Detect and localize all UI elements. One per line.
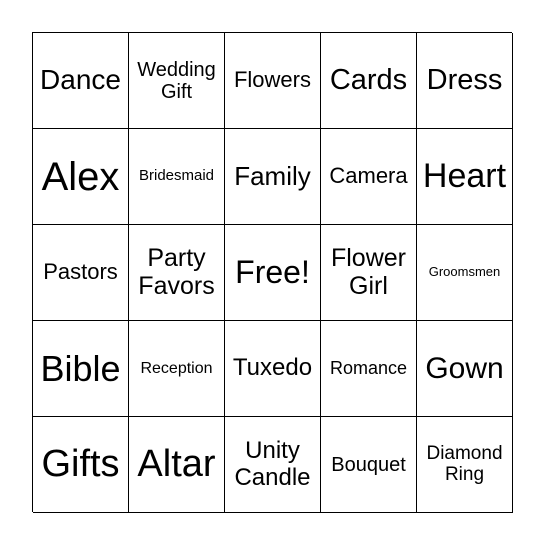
bingo-cell-label: Flower Girl — [330, 244, 406, 300]
bingo-grid: Dance Wedding Gift Flowers Cards Dress Alex Br… — [32, 32, 513, 513]
bingo-cell-label: Tuxedo — [232, 354, 313, 382]
bingo-cell[interactable]: Family — [225, 129, 321, 225]
bingo-cell[interactable]: Cards — [321, 33, 417, 129]
bingo-cell-label: Gown — [425, 352, 504, 385]
bingo-cell[interactable]: Party Favors — [129, 225, 225, 321]
bingo-cell-label: Romance — [329, 357, 408, 378]
bingo-cell[interactable]: Camera — [321, 129, 417, 225]
bingo-cell[interactable]: Bridesmaid — [129, 129, 225, 225]
bingo-cell[interactable]: Dance — [33, 33, 129, 129]
bingo-cell-label: Dress — [426, 63, 503, 96]
bingo-cell-label: Party Favors — [138, 244, 215, 300]
bingo-cell-label: Groomsmen — [428, 264, 501, 280]
bingo-cell[interactable]: Heart — [417, 129, 513, 225]
bingo-cell[interactable]: Tuxedo — [225, 321, 321, 417]
bingo-cell[interactable]: Flowers — [225, 33, 321, 129]
bingo-cell-label: Camera — [329, 163, 408, 189]
bingo-cell-label: Flowers — [233, 67, 311, 93]
bingo-cell[interactable]: Gown — [417, 321, 513, 417]
bingo-cell[interactable]: Reception — [129, 321, 225, 417]
bingo-cell-label: Altar — [137, 442, 216, 485]
bingo-cell[interactable]: Unity Candle — [225, 417, 321, 513]
bingo-cell[interactable]: Bible — [33, 321, 129, 417]
bingo-cell-label: Family — [234, 161, 311, 192]
bingo-cell[interactable]: Altar — [129, 417, 225, 513]
bingo-cell-label: Gifts — [41, 442, 120, 485]
bingo-cell[interactable]: Gifts — [33, 417, 129, 513]
bingo-cell[interactable]: Dress — [417, 33, 513, 129]
bingo-cell[interactable]: Alex — [33, 129, 129, 225]
bingo-cell[interactable]: Flower Girl — [321, 225, 417, 321]
bingo-cell-label: Bouquet — [331, 453, 406, 476]
bingo-cell[interactable]: Wedding Gift — [129, 33, 225, 129]
bingo-cell[interactable]: Romance — [321, 321, 417, 417]
bingo-cell-label: Bible — [40, 347, 121, 389]
bingo-cell-label: Pastors — [43, 259, 118, 285]
bingo-cell-label: Wedding Gift — [137, 58, 216, 103]
bingo-cell[interactable]: Free! — [225, 225, 321, 321]
bingo-cell-label: Dance — [40, 64, 121, 96]
bingo-cell-label: Unity Candle — [234, 437, 311, 491]
bingo-cell-label: Free! — [235, 253, 310, 290]
bingo-cell-label: Heart — [422, 156, 507, 195]
bingo-cell[interactable]: Diamond Ring — [417, 417, 513, 513]
bingo-cell-label: Diamond Ring — [426, 442, 503, 485]
bingo-cell-label: Bridesmaid — [138, 167, 215, 185]
bingo-cell[interactable]: Pastors — [33, 225, 129, 321]
bingo-cell[interactable]: Bouquet — [321, 417, 417, 513]
bingo-cell-label: Reception — [140, 359, 213, 377]
bingo-cell[interactable]: Groomsmen — [417, 225, 513, 321]
bingo-cell-label: Cards — [329, 63, 408, 96]
bingo-cell-label: Alex — [41, 154, 120, 199]
